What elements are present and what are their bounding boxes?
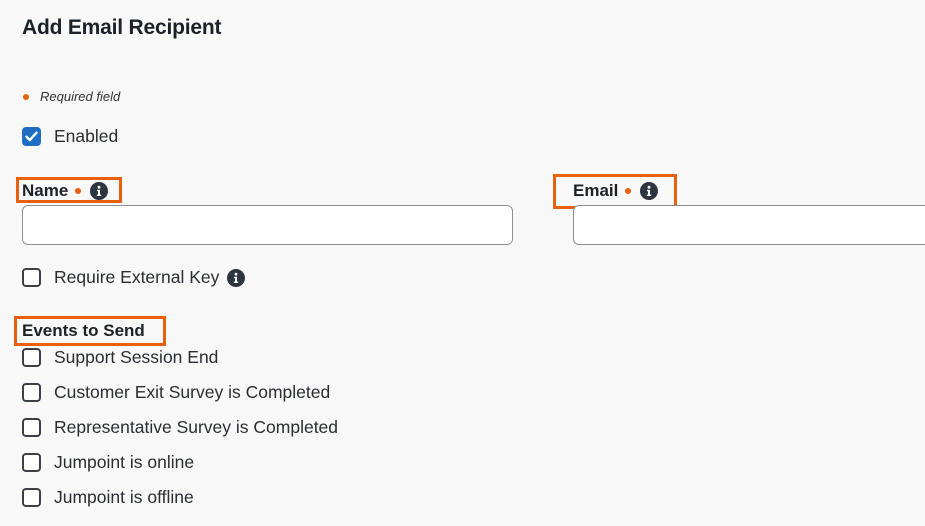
event-checkbox[interactable] — [22, 453, 41, 472]
event-checkbox[interactable] — [22, 348, 41, 367]
email-field-label: Email — [573, 181, 659, 201]
email-label-text: Email — [573, 181, 619, 200]
name-label-text: Name — [22, 181, 69, 200]
enabled-checkbox-row[interactable]: Enabled — [22, 126, 118, 147]
event-label: Jumpoint is online — [54, 452, 195, 472]
event-item[interactable]: Representative Survey is Completed — [22, 417, 338, 438]
enabled-label: Enabled — [54, 126, 119, 146]
required-field-text: Required field — [40, 89, 121, 104]
require-external-key-row[interactable]: Require External Key — [22, 267, 246, 288]
event-label: Customer Exit Survey is Completed — [54, 382, 331, 402]
event-item[interactable]: Support Session End — [22, 347, 218, 368]
events-heading: Events to Send — [22, 321, 145, 340]
required-dot-icon — [75, 188, 82, 194]
checkmark-icon — [25, 131, 38, 142]
info-icon[interactable] — [90, 182, 109, 200]
name-input[interactable] — [22, 205, 513, 245]
require-external-key-checkbox[interactable] — [22, 268, 41, 287]
name-field-label: Name — [22, 181, 109, 201]
event-item[interactable]: Jumpoint is offline — [22, 487, 194, 508]
page-title: Add Email Recipient — [22, 16, 222, 39]
required-dot-icon — [625, 188, 632, 194]
email-input[interactable] — [573, 205, 925, 245]
event-item[interactable]: Jumpoint is online — [22, 452, 194, 473]
event-label: Support Session End — [54, 347, 219, 367]
required-dot-icon — [23, 93, 29, 100]
enabled-checkbox[interactable] — [22, 127, 41, 146]
info-icon[interactable] — [227, 268, 246, 287]
event-checkbox[interactable] — [22, 383, 41, 402]
required-field-note: Required field — [22, 89, 120, 104]
event-item[interactable]: Customer Exit Survey is Completed — [22, 382, 330, 403]
event-checkbox[interactable] — [22, 488, 41, 507]
event-checkbox[interactable] — [22, 418, 41, 437]
info-icon[interactable] — [640, 182, 659, 200]
event-label: Jumpoint is offline — [54, 487, 194, 507]
event-label: Representative Survey is Completed — [54, 417, 339, 437]
require-external-key-label: Require External Key — [54, 267, 220, 287]
